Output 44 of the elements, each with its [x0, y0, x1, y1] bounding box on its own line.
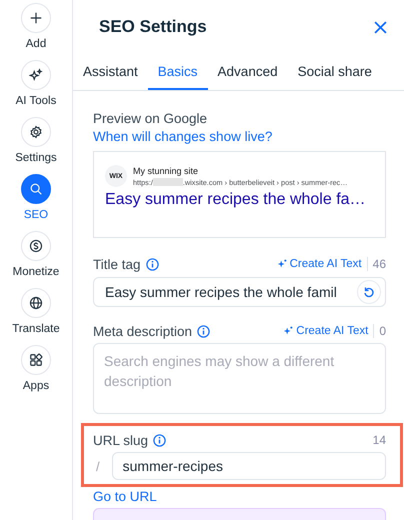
sidebar-item[interactable]: Apps — [1, 345, 71, 399]
title-input[interactable]: Easy summer recipes the whole famil — [93, 277, 386, 307]
info-icon[interactable] — [146, 258, 159, 270]
panel-title: SEO Settings — [99, 17, 208, 37]
tab[interactable]: Basics — [148, 54, 208, 90]
create-ai-text-button[interactable]: Create AI Text — [276, 258, 362, 270]
create-ai-text-button[interactable]: Create AI Text — [283, 325, 368, 337]
sidebar-item[interactable]: Monetize — [1, 231, 71, 285]
sidebar-item[interactable]: Add — [1, 3, 71, 57]
dollar-icon — [29, 239, 43, 253]
reset-icon[interactable] — [363, 286, 375, 298]
description-field[interactable]: Search engines may show a different description — [93, 343, 386, 414]
field-label: Meta description — [93, 324, 192, 338]
plus-icon — [29, 11, 43, 25]
info-icon[interactable] — [153, 434, 166, 446]
sparkle-icon — [276, 259, 287, 269]
blurred-block — [152, 178, 183, 186]
slash-prefix: / — [96, 458, 100, 474]
sparkle-icon — [283, 326, 294, 336]
help-link[interactable]: When will changes show live? — [93, 129, 272, 145]
sparkle-icon — [29, 68, 43, 82]
info-icon[interactable] — [197, 324, 210, 338]
section-label: Preview on Google — [93, 111, 208, 127]
sidebar-item[interactable]: Translate — [1, 288, 71, 342]
character-count: 46 — [372, 257, 386, 271]
tab[interactable]: Advanced — [208, 54, 288, 90]
search-result-title: Easy summer recipes the whole fa… — [105, 190, 366, 210]
sidebar-item[interactable]: AI Tools — [1, 60, 71, 114]
site-name: My stunning site — [133, 166, 200, 176]
sidebar-item[interactable]: Settings — [1, 117, 71, 171]
apps-icon — [29, 353, 43, 367]
go-to-url-link[interactable]: Go to URL — [93, 489, 157, 505]
character-count: 0 — [379, 324, 386, 338]
globe-icon — [29, 296, 43, 310]
search-icon — [29, 182, 43, 196]
close-icon[interactable] — [372, 18, 389, 36]
character-count: 14 — [372, 433, 386, 447]
field-label: URL slug — [93, 432, 148, 448]
sidebar-item[interactable]: SEO — [1, 174, 71, 228]
tab[interactable]: Social share — [288, 54, 382, 90]
field-label: Title tag — [93, 256, 141, 272]
slug-field[interactable]: summer-recipes — [112, 452, 386, 480]
tab[interactable]: Assistant — [73, 54, 148, 90]
gear-icon — [29, 125, 43, 139]
